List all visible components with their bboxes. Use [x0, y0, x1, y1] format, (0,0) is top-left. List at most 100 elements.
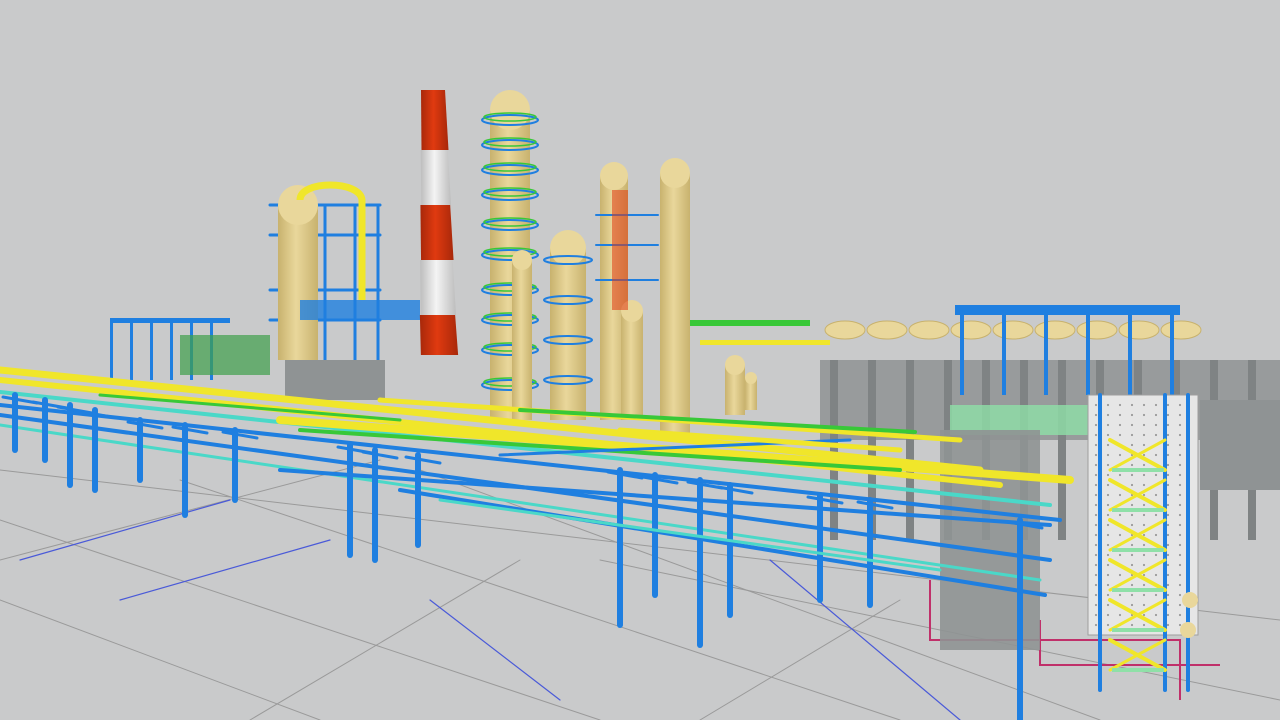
grating-hole — [1166, 443, 1170, 447]
grating-hole — [1094, 483, 1098, 487]
grating-hole — [1130, 483, 1134, 487]
grating-hole — [1094, 523, 1098, 527]
grating-hole — [1142, 513, 1146, 517]
grating-hole — [1166, 453, 1170, 457]
stair-landing — [1112, 468, 1164, 472]
grating-hole — [1094, 463, 1098, 467]
stack-band — [419, 315, 459, 355]
horizontal-drum — [908, 320, 950, 340]
grating-hole — [1154, 403, 1158, 407]
grating-hole — [1094, 403, 1098, 407]
grating-hole — [1094, 593, 1098, 597]
small-drum-2-head — [745, 372, 757, 384]
grating-hole — [1106, 423, 1110, 427]
grating-hole — [1166, 503, 1170, 507]
platform-column — [1128, 305, 1132, 395]
grating-hole — [1166, 583, 1170, 587]
grating-hole — [1154, 493, 1158, 497]
grating-hole — [1154, 453, 1158, 457]
grating-hole — [1142, 613, 1146, 617]
stair-landing — [1112, 668, 1164, 672]
grating-hole — [1154, 473, 1158, 477]
grating-hole — [1094, 443, 1098, 447]
grating-hole — [1142, 463, 1146, 467]
grating-hole — [1166, 483, 1170, 487]
rack-crossbeam — [404, 455, 442, 465]
grating-hole — [1166, 533, 1170, 537]
grating-hole — [1142, 473, 1146, 477]
grating-hole — [1130, 423, 1134, 427]
module-column — [170, 320, 173, 380]
grating-hole — [1106, 483, 1110, 487]
grating-hole — [1130, 473, 1134, 477]
platform-column — [1002, 305, 1006, 395]
grating-hole — [1118, 453, 1122, 457]
platform-column — [1170, 305, 1174, 395]
grating-hole — [1154, 533, 1158, 537]
stair-landing — [1112, 508, 1164, 512]
grating-hole — [1130, 543, 1134, 547]
grating-hole — [1094, 433, 1098, 437]
grating-hole — [1178, 583, 1182, 587]
grating-hole — [1106, 473, 1110, 477]
stair-landing — [1112, 548, 1164, 552]
grating-hole — [1118, 403, 1122, 407]
grating-hole — [1094, 623, 1098, 627]
stripper-column — [550, 248, 586, 420]
platform-beam — [955, 305, 1180, 315]
grating-hole — [1166, 523, 1170, 527]
grating-hole — [1094, 513, 1098, 517]
grating-hole — [1166, 563, 1170, 567]
grating-hole — [1130, 623, 1134, 627]
grating-hole — [1142, 503, 1146, 507]
grating-hole — [1118, 573, 1122, 577]
grating-hole — [1130, 563, 1134, 567]
horizontal-drum — [1160, 320, 1202, 340]
grating-hole — [1106, 603, 1110, 607]
grating-hole — [1118, 533, 1122, 537]
stripper-column-head — [550, 230, 586, 266]
grating-hole — [1166, 473, 1170, 477]
grating-hole — [1178, 573, 1182, 577]
grating-hole — [1106, 403, 1110, 407]
horizontal-drum — [824, 320, 866, 340]
grating-hole — [1178, 443, 1182, 447]
grating-hole — [1106, 593, 1110, 597]
grating-hole — [1106, 413, 1110, 417]
module-beam — [110, 318, 230, 323]
3d-plant-viewport[interactable] — [0, 0, 1280, 720]
grating-hole — [1178, 423, 1182, 427]
grating-hole — [1154, 433, 1158, 437]
grating-hole — [1166, 493, 1170, 497]
grating-hole — [1094, 603, 1098, 607]
grating-hole — [1142, 553, 1146, 557]
grating-hole — [1178, 593, 1182, 597]
grating-hole — [1154, 593, 1158, 597]
grating-hole — [1118, 493, 1122, 497]
horizontal-drum — [1118, 320, 1160, 340]
grating-hole — [1178, 413, 1182, 417]
grating-hole — [1094, 473, 1098, 477]
stack-band — [420, 260, 457, 315]
grating-hole — [1142, 543, 1146, 547]
concrete-wall — [1200, 400, 1280, 490]
structure-band — [300, 300, 420, 320]
red-frame — [612, 190, 628, 310]
sphere-tank — [1182, 592, 1198, 608]
grating-hole — [1166, 403, 1170, 407]
horizontal-drum — [992, 320, 1034, 340]
grating-hole — [1166, 553, 1170, 557]
grating-hole — [1142, 573, 1146, 577]
grating-hole — [1130, 413, 1134, 417]
horizontal-drum — [1076, 320, 1118, 340]
stair-landing — [1112, 588, 1164, 592]
platform-column — [1044, 305, 1048, 395]
grating-hole — [1106, 553, 1110, 557]
grating-hole — [1178, 463, 1182, 467]
platform-column — [1086, 305, 1090, 395]
plant-model-render — [0, 90, 1280, 720]
module-column — [150, 320, 153, 380]
grating-hole — [1154, 423, 1158, 427]
grating-hole — [1106, 433, 1110, 437]
concrete-support — [940, 430, 1040, 650]
